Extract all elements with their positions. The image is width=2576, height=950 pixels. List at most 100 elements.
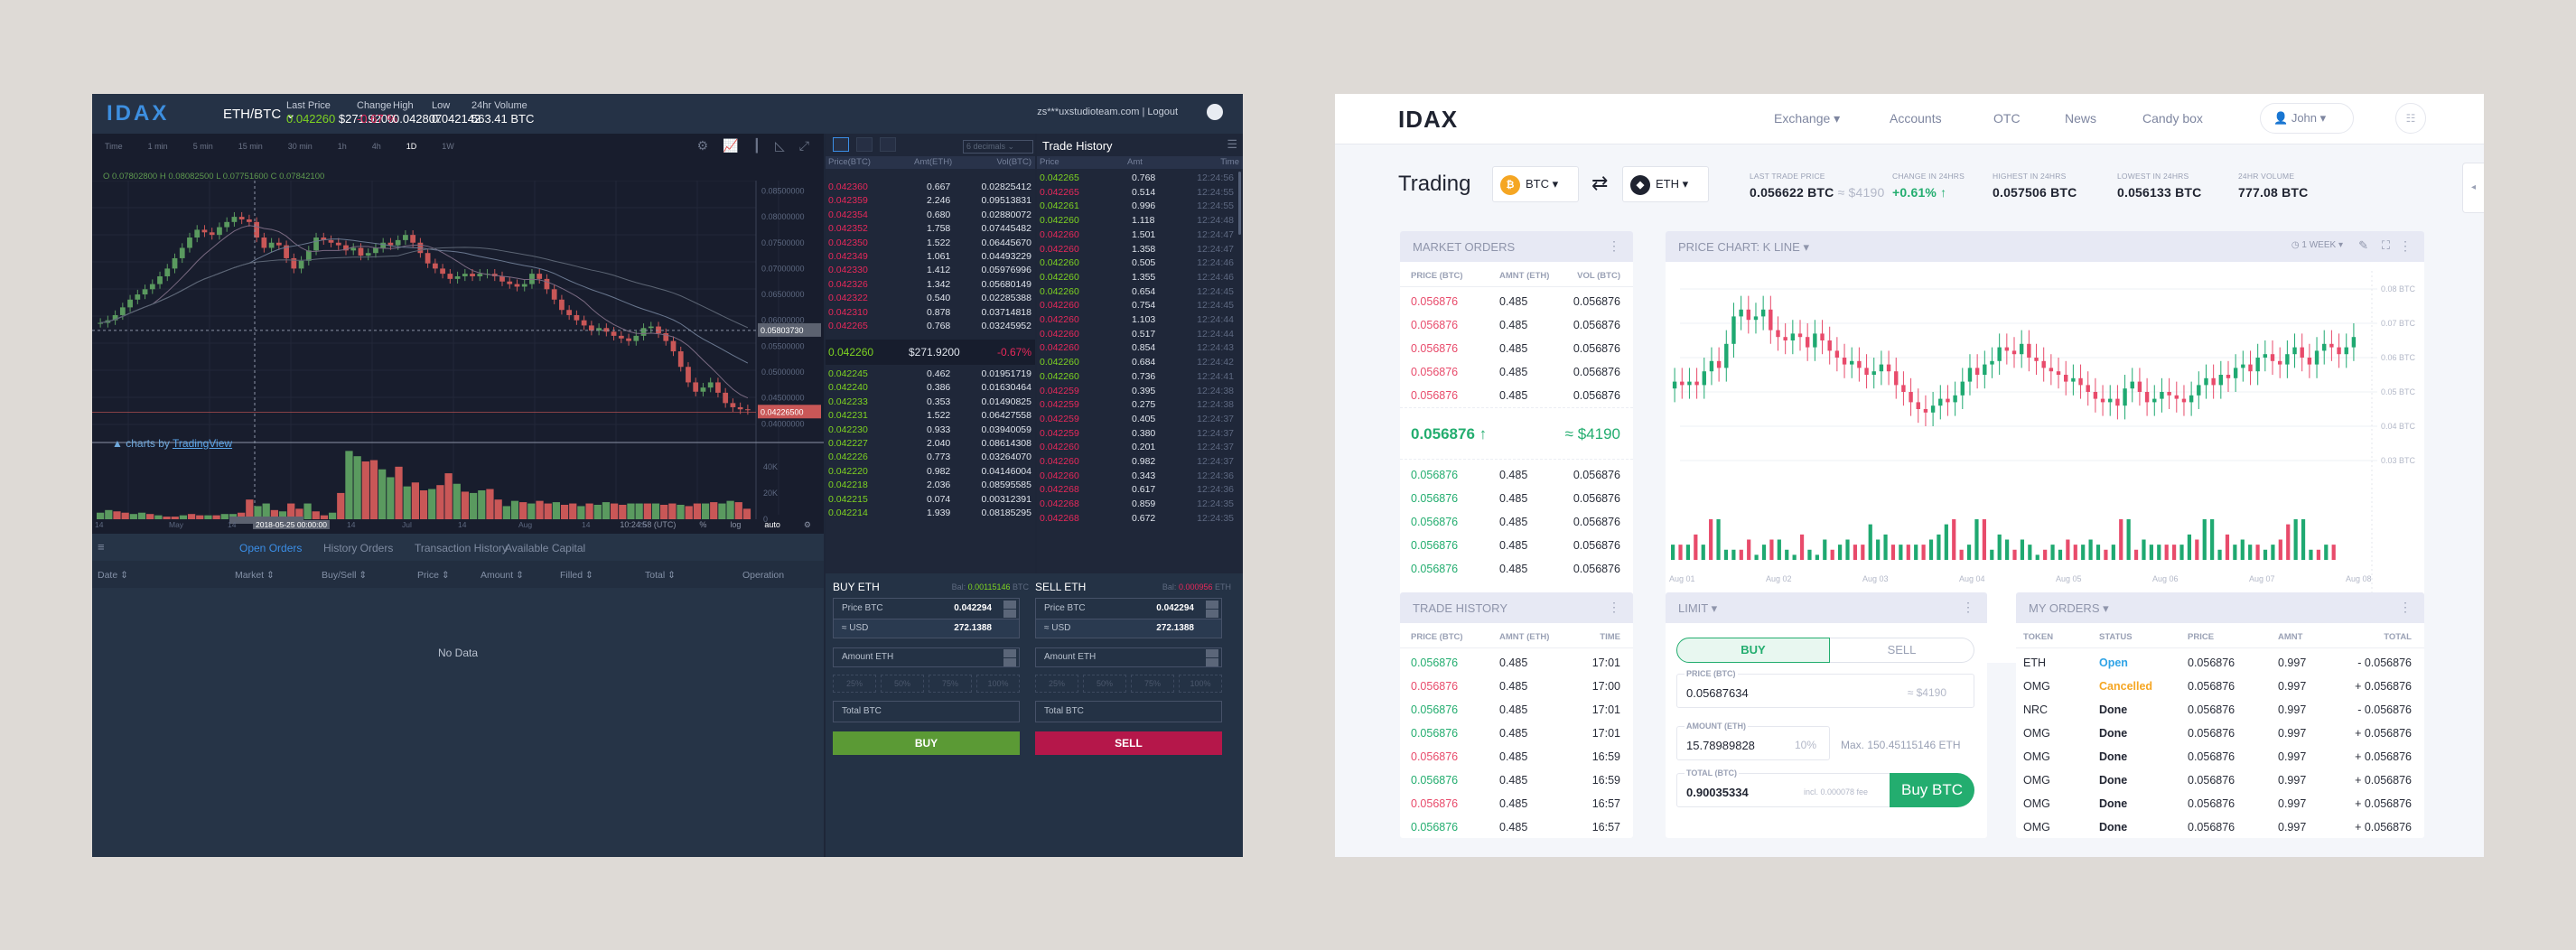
orderbook-row[interactable]: 0.042230 0.933 0.03940059 bbox=[826, 424, 1035, 437]
timeframe-1d[interactable]: 1D bbox=[406, 142, 417, 151]
pct-100-button[interactable]: 100% bbox=[1179, 675, 1222, 693]
pct-100-button[interactable]: 100% bbox=[976, 675, 1020, 693]
settings-sliders-icon[interactable]: ☷ bbox=[2395, 103, 2426, 134]
nav-exchange[interactable]: Exchange ▾ bbox=[1774, 111, 1840, 126]
order-row[interactable]: 0.056876 0.485 0.056876 bbox=[1400, 361, 1633, 385]
orderbook-row[interactable]: 0.042350 1.522 0.06445670 bbox=[826, 237, 1035, 250]
orderbook-row[interactable]: 0.042226 0.773 0.03264070 bbox=[826, 451, 1035, 464]
order-row[interactable]: 0.056876 0.485 0.056876 bbox=[1400, 535, 1633, 558]
globe-icon[interactable] bbox=[1207, 104, 1223, 120]
settings-icon[interactable]: ⚙ bbox=[697, 138, 709, 154]
order-row[interactable]: 0.056876 0.485 0.056876 bbox=[1400, 488, 1633, 511]
orderbook-row[interactable]: 0.042227 2.040 0.08614308 bbox=[826, 437, 1035, 451]
dark-candlestick-chart[interactable]: 0.08500000 0.08000000 0.07500000 0.07000000… bbox=[92, 181, 824, 524]
tradingview-watermark[interactable]: ▲ charts by TradingView bbox=[112, 437, 232, 450]
increment-icon[interactable] bbox=[1206, 601, 1218, 609]
chart-option[interactable]: % bbox=[699, 520, 706, 530]
order-row[interactable]: 0.056876 0.485 16:59 bbox=[1400, 746, 1633, 769]
buy-amount-input[interactable]: Amount ETH bbox=[833, 647, 1020, 667]
tab-open-orders[interactable]: Open Orders bbox=[239, 542, 302, 554]
view-bids-icon[interactable] bbox=[856, 137, 873, 152]
order-row[interactable]: 0.056876 0.485 0.056876 bbox=[1400, 314, 1633, 338]
order-row[interactable]: 0.056876 0.485 0.056876 bbox=[1400, 338, 1633, 361]
my-order-row[interactable]: OMG Done 0.056876 0.997 + 0.056876 bbox=[2016, 769, 2424, 793]
pct-75-button[interactable]: 75% bbox=[929, 675, 972, 693]
price-chart[interactable]: Time 1 min 5 min 15 min 30 min 1h 4h 1D 1W ⚙ 📈 ┃… bbox=[92, 134, 824, 534]
pencil-icon[interactable]: ✎ bbox=[2358, 238, 2368, 253]
order-row[interactable]: 0.056876 0.485 16:59 bbox=[1400, 769, 1633, 793]
order-row[interactable]: 0.056876 0.485 16:57 bbox=[1400, 816, 1633, 838]
increment-icon[interactable] bbox=[1003, 649, 1016, 657]
order-row[interactable]: 0.056876 0.485 17:01 bbox=[1400, 652, 1633, 675]
order-type-select[interactable]: LIMIT ▾ bbox=[1678, 601, 1717, 615]
sell-tab[interactable]: SELL bbox=[1830, 638, 1974, 663]
col-header[interactable]: Date ⇕ bbox=[98, 570, 128, 581]
timeframe-15min[interactable]: 15 min bbox=[238, 142, 263, 151]
col-header[interactable]: Amount ⇕ bbox=[481, 570, 524, 581]
order-row[interactable]: 0.056876 0.485 0.056876 bbox=[1400, 511, 1633, 535]
fullscreen-icon[interactable]: ⤢ bbox=[799, 138, 809, 154]
orderbook-row[interactable]: 0.042326 1.342 0.05680149 bbox=[826, 278, 1035, 292]
chart-option[interactable]: ⚙ bbox=[804, 520, 811, 530]
amount-input[interactable]: AMOUNT (ETH) 15.78989828 10% bbox=[1676, 722, 1830, 760]
chart-type-select[interactable]: PRICE CHART: K LINE ▾ bbox=[1678, 240, 1809, 254]
chart-option[interactable]: log bbox=[730, 520, 741, 530]
user-menu[interactable]: 👤 John ▾ bbox=[2260, 103, 2354, 134]
chart-option[interactable]: auto bbox=[764, 520, 780, 530]
sell-amount-input[interactable]: Amount ETH bbox=[1035, 647, 1222, 667]
decrement-icon[interactable] bbox=[1003, 610, 1016, 618]
tab-history-orders[interactable]: History Orders bbox=[323, 542, 393, 554]
my-order-row[interactable]: OMG Done 0.056876 0.997 + 0.056876 bbox=[2016, 816, 2424, 838]
increment-icon[interactable] bbox=[1003, 601, 1016, 609]
nav-candy-box[interactable]: Candy box bbox=[2142, 111, 2203, 126]
timeframe-1min[interactable]: 1 min bbox=[148, 142, 168, 151]
candles-icon[interactable]: ┃ bbox=[753, 138, 761, 154]
orderbook-row[interactable]: 0.042215 0.074 0.00312391 bbox=[826, 493, 1035, 507]
orderbook-row[interactable]: 0.042349 1.061 0.04493229 bbox=[826, 250, 1035, 264]
swap-icon[interactable]: ⇄ bbox=[1591, 172, 1608, 195]
more-icon[interactable]: ⋮ bbox=[1608, 238, 1620, 254]
nav-accounts[interactable]: Accounts bbox=[1890, 111, 1942, 126]
amount-percent[interactable]: 10% bbox=[1795, 739, 1816, 751]
pct-25-button[interactable]: 25% bbox=[1035, 675, 1078, 693]
orderbook-row[interactable]: 0.042359 2.246 0.09513831 bbox=[826, 194, 1035, 208]
my-order-row[interactable]: OMG Cancelled 0.056876 0.997 + 0.056876 bbox=[2016, 675, 2424, 699]
view-asks-icon[interactable] bbox=[880, 137, 896, 152]
timeframe-1h[interactable]: 1h bbox=[338, 142, 347, 151]
buy-btc-button[interactable]: Buy BTC bbox=[1890, 773, 1974, 807]
decrement-icon[interactable] bbox=[1206, 610, 1218, 618]
sell-total-input[interactable]: Total BTC bbox=[1035, 701, 1222, 722]
pct-50-button[interactable]: 50% bbox=[881, 675, 924, 693]
timeframe-time[interactable]: Time bbox=[105, 142, 123, 151]
more-icon[interactable]: ⋮ bbox=[1962, 600, 1974, 615]
increment-icon[interactable] bbox=[1206, 649, 1218, 657]
indicators-icon[interactable]: 📈 bbox=[723, 138, 738, 154]
order-row[interactable]: 0.056876 0.485 17:01 bbox=[1400, 722, 1633, 746]
pct-50-button[interactable]: 50% bbox=[1083, 675, 1126, 693]
order-row[interactable]: 0.056876 0.485 16:57 bbox=[1400, 793, 1633, 816]
pct-25-button[interactable]: 25% bbox=[833, 675, 876, 693]
base-currency-select[interactable]: ₿ BTC ▾ bbox=[1492, 166, 1579, 202]
orderbook-row[interactable]: 0.042360 0.667 0.02825412 bbox=[826, 181, 1035, 194]
filter-icon[interactable]: ≡ bbox=[98, 540, 105, 554]
sell-price-input[interactable]: Price BTC 0.042294 bbox=[1035, 598, 1222, 619]
user-account-logout[interactable]: zs***uxstudioteam.com | Logout bbox=[1037, 107, 1178, 117]
my-order-row[interactable]: ETH Open 0.056876 0.997 - 0.056876 bbox=[2016, 652, 2424, 675]
decimals-select[interactable]: 6 decimals ⌄ bbox=[963, 140, 1033, 154]
timeframe-30min[interactable]: 30 min bbox=[288, 142, 313, 151]
my-order-row[interactable]: OMG Done 0.056876 0.997 + 0.056876 bbox=[2016, 746, 2424, 769]
collapse-sidebar-icon[interactable]: ◂ bbox=[2462, 163, 2484, 213]
col-header[interactable]: Filled ⇕ bbox=[560, 570, 593, 581]
orderbook-row[interactable]: 0.042240 0.386 0.01630464 bbox=[826, 381, 1035, 395]
my-orders-select[interactable]: MY ORDERS ▾ bbox=[2029, 601, 2109, 615]
collapse-panel-icon[interactable]: ☰ bbox=[1227, 137, 1237, 152]
chart-option[interactable]: 10:24:58 (UTC) bbox=[620, 520, 676, 530]
order-row[interactable]: 0.056876 0.485 0.056876 bbox=[1400, 291, 1633, 314]
order-row[interactable]: 0.056876 0.485 17:00 bbox=[1400, 675, 1633, 699]
order-row[interactable]: 0.056876 0.485 0.056876 bbox=[1400, 385, 1633, 408]
pct-75-button[interactable]: 75% bbox=[1131, 675, 1174, 693]
tab-available-capital[interactable]: Available Capital bbox=[505, 542, 585, 554]
orderbook-row[interactable]: 0.042233 0.353 0.01490825 bbox=[826, 396, 1035, 409]
orderbook-row[interactable]: 0.042245 0.462 0.01951719 bbox=[826, 368, 1035, 381]
orderbook-row[interactable]: 0.042322 0.540 0.02285388 bbox=[826, 292, 1035, 305]
